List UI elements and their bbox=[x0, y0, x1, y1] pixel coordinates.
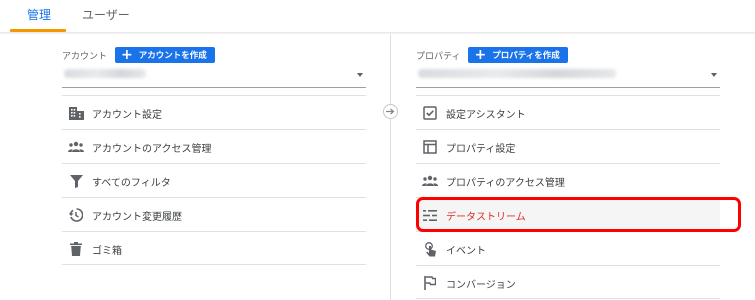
property-column-label: プロパティ bbox=[416, 51, 461, 62]
people-icon bbox=[68, 139, 84, 155]
menu-item-label: データストリーム bbox=[446, 212, 526, 223]
people-icon bbox=[422, 173, 438, 189]
menu-item-label: ゴミ箱 bbox=[92, 246, 122, 257]
filter-icon bbox=[68, 173, 84, 189]
menu-item-property-settings[interactable]: プロパティ設定 bbox=[416, 129, 720, 163]
menu-item-label: コンバージョン bbox=[446, 280, 516, 291]
account-header: アカウント + アカウントを作成 bbox=[62, 47, 215, 63]
menu-item-label: アカウントのアクセス管理 bbox=[92, 144, 212, 155]
menu-item-all-filters[interactable]: すべてのフィルタ bbox=[62, 163, 366, 197]
menu-item-account-settings[interactable]: アカウント設定 bbox=[62, 95, 366, 129]
dropdown-caret-icon bbox=[357, 73, 363, 77]
menu-item-account-access[interactable]: アカウントのアクセス管理 bbox=[62, 129, 366, 163]
account-selector[interactable] bbox=[62, 66, 366, 88]
menu-item-label: 設定アシスタント bbox=[446, 110, 526, 121]
menu-item-label: アカウント変更履歴 bbox=[92, 212, 182, 223]
account-menu: アカウント設定 アカウントのアクセス管理 すべてのフィルタ アカウント変更履歴 … bbox=[62, 95, 366, 265]
flag-icon bbox=[422, 275, 438, 291]
top-tab-bar: 管理 ユーザー bbox=[0, 0, 755, 32]
building-icon bbox=[68, 105, 84, 121]
menu-item-events[interactable]: イベント bbox=[416, 231, 720, 265]
plus-icon: + bbox=[474, 47, 487, 63]
menu-item-account-change-history[interactable]: アカウント変更履歴 bbox=[62, 197, 366, 231]
menu-item-label: イベント bbox=[446, 246, 486, 257]
property-selector[interactable] bbox=[416, 66, 720, 88]
checkbox-icon bbox=[422, 105, 438, 121]
plus-icon: + bbox=[121, 47, 133, 63]
layout-icon bbox=[422, 139, 438, 155]
property-header: プロパティ + プロパティを作成 bbox=[416, 47, 568, 63]
create-account-button[interactable]: + アカウントを作成 bbox=[115, 47, 215, 63]
account-column-label: アカウント bbox=[62, 51, 108, 62]
menu-item-data-streams[interactable]: データストリーム bbox=[416, 197, 720, 231]
menu-item-conversions[interactable]: コンバージョン bbox=[416, 265, 720, 299]
trash-icon bbox=[68, 241, 84, 257]
tab-admin[interactable]: 管理 bbox=[27, 8, 51, 22]
property-name-redacted bbox=[418, 69, 616, 78]
dropdown-caret-icon bbox=[711, 73, 717, 77]
account-name-redacted bbox=[64, 69, 146, 78]
tab-users[interactable]: ユーザー bbox=[82, 8, 130, 22]
create-property-button-label: プロパティを作成 bbox=[492, 51, 560, 61]
menu-item-label: アカウント設定 bbox=[92, 110, 162, 121]
property-menu: 設定アシスタント プロパティ設定 プロパティのアクセス管理 データストリーム イ… bbox=[416, 95, 720, 299]
menu-item-setup-assistant[interactable]: 設定アシスタント bbox=[416, 95, 720, 129]
column-divider bbox=[390, 34, 391, 300]
touch-icon bbox=[422, 241, 438, 257]
menu-item-label: プロパティ設定 bbox=[446, 144, 516, 155]
menu-item-label: プロパティのアクセス管理 bbox=[446, 178, 565, 189]
streams-icon bbox=[422, 207, 438, 223]
admin-content: アカウント + アカウントを作成 アカウント設定 アカウントのアクセス管理 すべ… bbox=[0, 34, 755, 300]
menu-item-property-access[interactable]: プロパティのアクセス管理 bbox=[416, 163, 720, 197]
menu-item-label: すべてのフィルタ bbox=[92, 178, 171, 189]
create-property-button[interactable]: + プロパティを作成 bbox=[468, 47, 568, 63]
menu-item-trash[interactable]: ゴミ箱 bbox=[62, 231, 366, 265]
create-account-button-label: アカウントを作成 bbox=[138, 51, 207, 61]
history-icon bbox=[68, 207, 84, 223]
arrow-right-icon bbox=[383, 104, 398, 119]
